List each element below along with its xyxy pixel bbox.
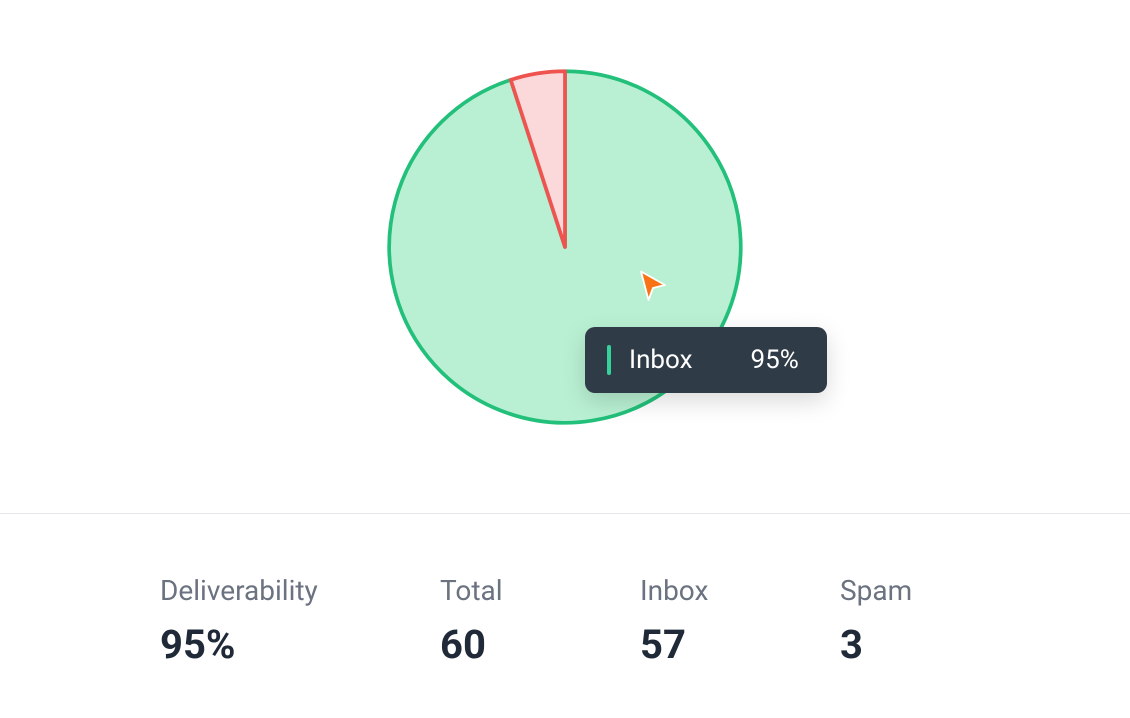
pie-chart[interactable]: Inbox 95% xyxy=(380,62,750,432)
stat-spam: Spam 3 xyxy=(840,574,1020,668)
stat-inbox: Inbox 57 xyxy=(640,574,840,668)
stat-label: Deliverability xyxy=(160,574,440,607)
stat-value: 60 xyxy=(440,621,640,668)
stat-value: 3 xyxy=(840,621,1020,668)
stat-label: Spam xyxy=(840,574,1020,607)
tooltip-color-bar xyxy=(607,345,611,375)
stat-value: 57 xyxy=(640,621,840,668)
stat-total: Total 60 xyxy=(440,574,640,668)
stat-label: Inbox xyxy=(640,574,840,607)
stat-value: 95% xyxy=(160,621,440,668)
tooltip-label: Inbox xyxy=(629,345,693,375)
chart-tooltip: Inbox 95% xyxy=(585,327,827,393)
stat-deliverability: Deliverability 95% xyxy=(160,574,440,668)
tooltip-value: 95% xyxy=(751,345,799,375)
stat-label: Total xyxy=(440,574,640,607)
chart-area: Inbox 95% xyxy=(0,0,1130,513)
deliverability-panel: Inbox 95% Deliverability 95% Total 60 In… xyxy=(0,0,1130,718)
stats-row: Deliverability 95% Total 60 Inbox 57 Spa… xyxy=(0,514,1130,718)
